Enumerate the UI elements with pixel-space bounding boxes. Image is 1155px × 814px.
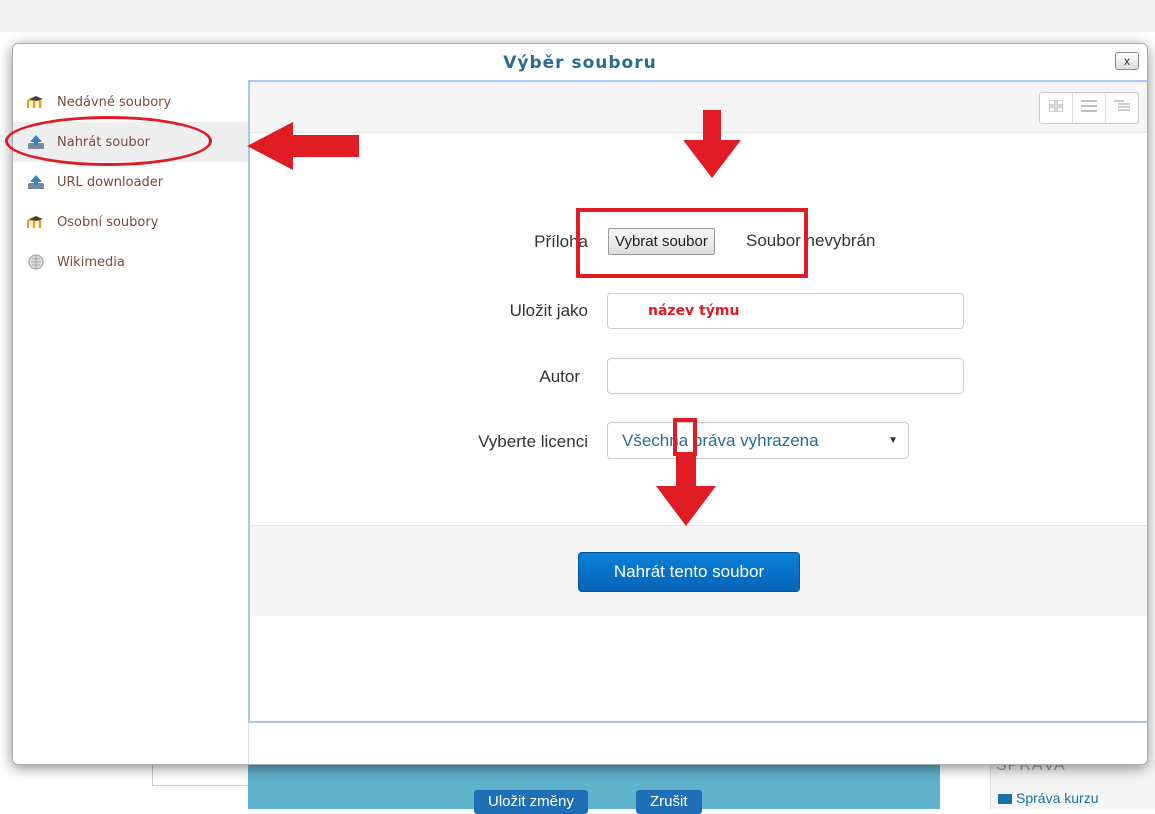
wikimedia-icon — [27, 253, 45, 271]
folder-icon — [998, 794, 1012, 805]
sidebar-item-label: Wikimedia — [57, 254, 125, 270]
list-view-button[interactable] — [1073, 93, 1106, 123]
save-as-label: Uložit jako — [509, 301, 588, 320]
annotation-ellipse — [5, 116, 212, 166]
upload-icon — [27, 173, 45, 191]
background-form-footer — [248, 760, 940, 809]
attachment-label: Příloha — [534, 232, 588, 251]
moodle-icon — [27, 213, 45, 231]
sidebar-item-wikimedia[interactable]: Wikimedia — [13, 242, 248, 282]
license-label: Vyberte licenci — [478, 432, 588, 451]
repository-sidebar: Nedávné soubory Nahrát soubor URL downlo… — [13, 82, 249, 764]
tree-view-icon — [1114, 99, 1130, 117]
license-select-value: Všechna práva vyhrazena — [622, 431, 819, 450]
annotation-arrow-left-icon — [247, 122, 359, 170]
icons-view-button[interactable] — [1040, 93, 1073, 123]
background-top-bar — [0, 0, 1155, 32]
moodle-icon — [27, 93, 45, 111]
background-save-changes-button[interactable]: Uložit změny — [474, 790, 588, 814]
sidebar-item-private-files[interactable]: Osobní soubory — [13, 202, 248, 242]
dialog-title: Výběr souboru — [503, 53, 657, 73]
save-as-input[interactable]: název týmu — [607, 293, 964, 329]
sidebar-item-label: Nedávné soubory — [57, 94, 172, 110]
upload-footer: Nahrát tento soubor — [250, 525, 1147, 616]
upload-file-button[interactable]: Nahrát tento soubor — [578, 552, 800, 592]
author-label: Autor — [539, 367, 580, 386]
close-icon: x — [1124, 54, 1130, 68]
annotation-box-license — [673, 418, 697, 456]
license-select[interactable]: Všechna práva vyhrazena ▼ — [607, 422, 909, 459]
chevron-down-icon: ▼ — [888, 435, 898, 446]
dialog-header: Výběr souboru x — [13, 44, 1147, 82]
background-admin-course-link[interactable]: Správa kurzu — [998, 790, 1098, 806]
list-view-icon — [1081, 99, 1097, 117]
icons-view-icon — [1048, 99, 1064, 117]
view-switcher — [1039, 92, 1139, 124]
tree-view-button[interactable] — [1106, 93, 1138, 123]
annotation-arrow-down-icon — [683, 110, 741, 178]
sidebar-item-url-downloader[interactable]: URL downloader — [13, 162, 248, 202]
author-input[interactable] — [607, 358, 964, 394]
annotation-arrow-down-icon — [656, 456, 716, 526]
background-cancel-button[interactable]: Zrušit — [636, 790, 702, 814]
close-button[interactable]: x — [1115, 52, 1139, 70]
annotation-box-file-picker — [576, 208, 808, 278]
sidebar-item-label: URL downloader — [57, 174, 164, 190]
sidebar-item-label: Osobní soubory — [57, 214, 159, 230]
